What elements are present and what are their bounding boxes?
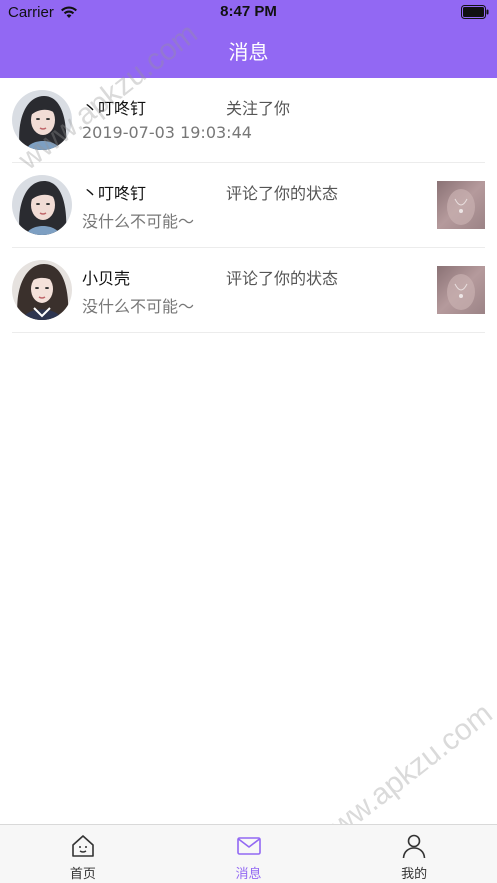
home-icon bbox=[72, 835, 94, 857]
person-icon bbox=[402, 834, 426, 859]
tab-messages[interactable]: 消息 bbox=[166, 825, 332, 883]
comment-text: 没什么不可能～ bbox=[82, 212, 195, 231]
sender-name: 丶叮咚钉 bbox=[82, 99, 147, 118]
tab-label: 我的 bbox=[401, 867, 428, 882]
post-thumbnail[interactable] bbox=[437, 181, 485, 229]
message-row[interactable]: 小贝壳 评论了你的状态 没什么不可能～ bbox=[12, 248, 485, 333]
message-list: 丶叮咚钉 关注了你 2019-07-03 19:03:44 丶叮咚钉 评论了你的 bbox=[0, 78, 497, 333]
tab-label: 首页 bbox=[69, 867, 96, 882]
tab-bar: 首页 消息 我的 bbox=[0, 824, 497, 883]
battery-icon bbox=[461, 5, 489, 19]
post-thumbnail[interactable] bbox=[437, 266, 485, 314]
message-row[interactable]: 丶叮咚钉 关注了你 2019-07-03 19:03:44 bbox=[12, 78, 485, 163]
avatar[interactable] bbox=[12, 260, 72, 320]
action-text: 评论了你的状态 bbox=[226, 184, 339, 203]
tab-label: 消息 bbox=[235, 867, 262, 882]
page-title: 消息 bbox=[228, 40, 269, 64]
sender-name: 丶叮咚钉 bbox=[82, 184, 147, 203]
screen: Carrier 8:47 PM 消息 丶叮咚钉 关注了你 2019-07-03 … bbox=[0, 0, 497, 883]
header: Carrier 8:47 PM 消息 bbox=[0, 0, 497, 78]
status-bar: Carrier 8:47 PM bbox=[0, 0, 497, 26]
mail-icon bbox=[236, 837, 261, 855]
action-text: 关注了你 bbox=[226, 99, 291, 118]
avatar[interactable] bbox=[12, 175, 72, 235]
action-text: 评论了你的状态 bbox=[226, 269, 339, 288]
avatar[interactable] bbox=[12, 90, 72, 150]
timestamp: 2019-07-03 19:03:44 bbox=[82, 123, 252, 142]
tab-home[interactable]: 首页 bbox=[0, 825, 166, 883]
tab-profile[interactable]: 我的 bbox=[331, 825, 497, 883]
message-row[interactable]: 丶叮咚钉 评论了你的状态 没什么不可能～ bbox=[12, 163, 485, 248]
comment-text: 没什么不可能～ bbox=[82, 297, 195, 316]
sender-name: 小贝壳 bbox=[82, 269, 131, 288]
clock-time: 8:47 PM bbox=[220, 3, 277, 20]
